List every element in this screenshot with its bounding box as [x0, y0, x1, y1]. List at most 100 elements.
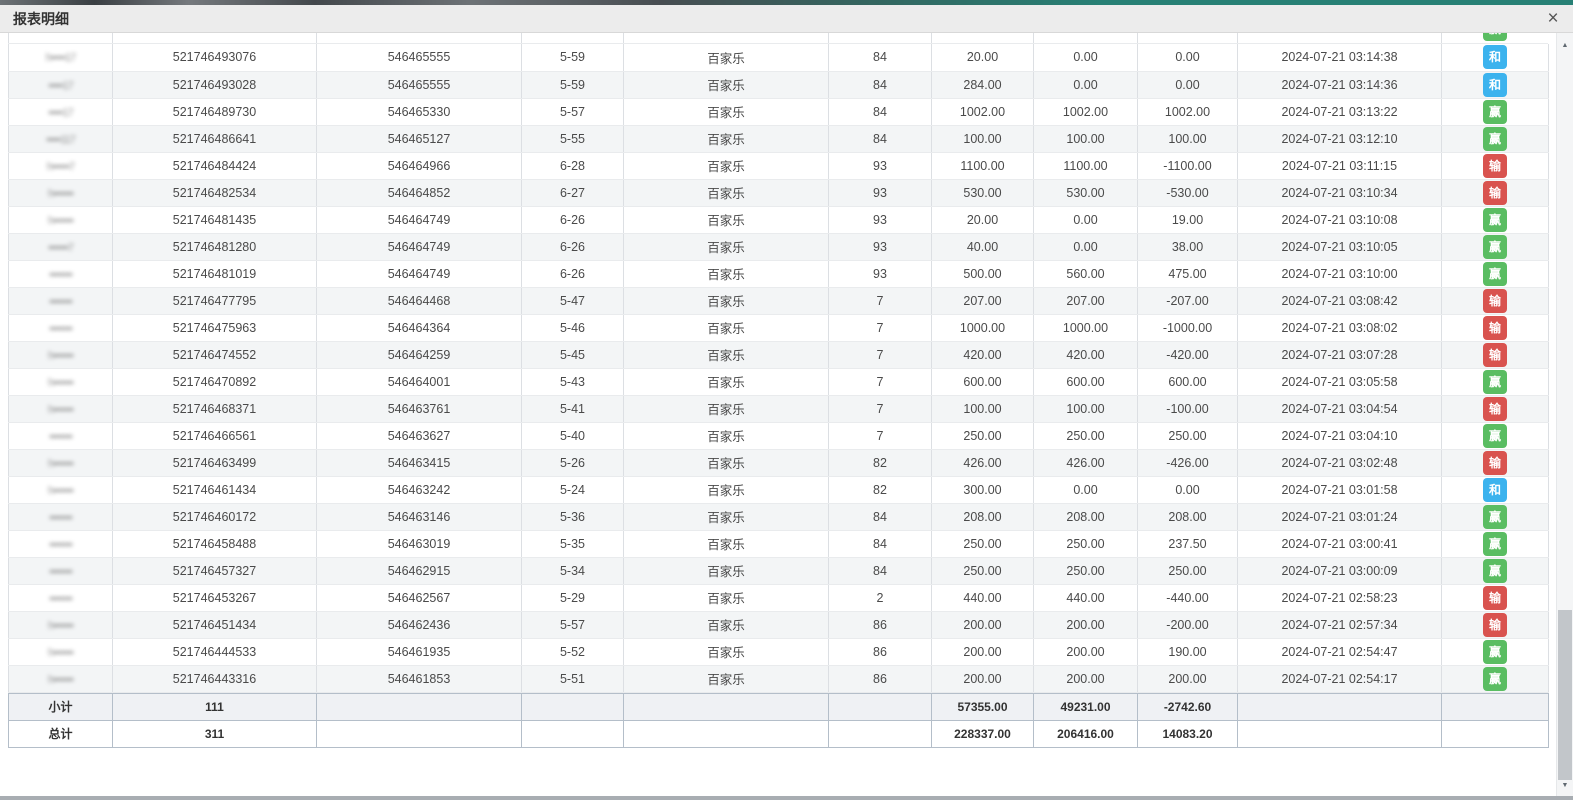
scrollbar-thumb[interactable]: [1558, 610, 1572, 780]
modal-body: 赢 h•••••17 521746493076 546465555 5-59 百…: [8, 33, 1548, 748]
total-bet: 228337.00: [932, 720, 1034, 747]
cell-round: 5-57: [522, 98, 624, 125]
cell-table-no: 84: [829, 557, 932, 584]
cell-valid-bet: 1002.00: [1034, 98, 1138, 125]
cell-game-type: 百家乐: [624, 530, 829, 557]
masked-username: h•••••••: [48, 647, 73, 659]
cell-time: 2024-07-21 03:00:41: [1238, 530, 1442, 557]
cell-win-loss: 100.00: [1138, 125, 1238, 152]
cell-result: 赢: [1442, 260, 1549, 287]
cell-result: 输: [1442, 287, 1549, 314]
cell-username: h•••••••: [9, 368, 113, 395]
cell-game-type: 百家乐: [624, 503, 829, 530]
cell-table-no: 86: [829, 665, 932, 692]
table-row: h••••••• 521746463499 546463415 5-26 百家乐…: [9, 449, 1549, 476]
cell-username: ••••••••: [9, 584, 113, 611]
masked-username: h•••••17: [46, 52, 76, 64]
scroll-up-icon[interactable]: ▲: [1557, 38, 1573, 52]
cell-game-id: 546464259: [317, 341, 522, 368]
result-badge: 输: [1483, 586, 1507, 610]
cell-time: 2024-07-21 02:57:34: [1238, 611, 1442, 638]
cell-username: h•••••••: [9, 476, 113, 503]
result-badge: 输: [1483, 154, 1507, 178]
cell-bet-amount: 600.00: [932, 368, 1034, 395]
masked-username: ••••••••: [49, 566, 72, 578]
result-badge: 输: [1483, 316, 1507, 340]
result-badge: 赢: [1483, 127, 1507, 151]
cell-win-loss: -207.00: [1138, 287, 1238, 314]
cell-valid-bet: 200.00: [1034, 665, 1138, 692]
cell-table-no: 7: [829, 287, 932, 314]
vertical-scrollbar[interactable]: ▲ ▼: [1556, 33, 1573, 800]
cell-table-no: 84: [829, 530, 932, 557]
cell-game-id: 546465127: [317, 125, 522, 152]
cell-game-id: 546464749: [317, 233, 522, 260]
modal-title: 报表明细: [13, 9, 69, 29]
cell-round: 5-26: [522, 449, 624, 476]
cell-valid-bet: 0.00: [1034, 476, 1138, 503]
cell-win-loss: 600.00: [1138, 368, 1238, 395]
scroll-down-icon[interactable]: ▼: [1557, 778, 1573, 792]
cell-game-type: 百家乐: [624, 71, 829, 98]
cell-time: 2024-07-21 03:04:54: [1238, 395, 1442, 422]
cell-order-id: 521746475963: [113, 314, 317, 341]
table-row: h••••••• 521746444533 546461935 5-52 百家乐…: [9, 638, 1549, 665]
cell-game-id: 546463761: [317, 395, 522, 422]
total-valid: 206416.00: [1034, 720, 1138, 747]
cell-round: 5-55: [522, 125, 624, 152]
cell-username: •••••17: [9, 71, 113, 98]
cell-valid-bet: 0.00: [1034, 71, 1138, 98]
cell-round: 5-36: [522, 503, 624, 530]
cell-order-id: 521746474552: [113, 341, 317, 368]
total-net: 14083.20: [1138, 720, 1238, 747]
cell-game-id: 546463019: [317, 530, 522, 557]
cell-bet-amount: 250.00: [932, 530, 1034, 557]
cell-result: 输: [1442, 449, 1549, 476]
result-badge: 赢: [1483, 532, 1507, 556]
cell-win-loss: 19.00: [1138, 206, 1238, 233]
cell-result: 和: [1442, 44, 1549, 71]
cell-time: 2024-07-21 03:01:58: [1238, 476, 1442, 503]
cell-round: 6-27: [522, 179, 624, 206]
cell-time: 2024-07-21 03:13:22: [1238, 98, 1442, 125]
table-row: •••••••• 521746458488 546463019 5-35 百家乐…: [9, 530, 1549, 557]
cell-bet-amount: 250.00: [932, 557, 1034, 584]
cell-bet-amount: 200.00: [932, 638, 1034, 665]
total-count: 311: [113, 720, 317, 747]
close-icon[interactable]: ×: [1540, 5, 1566, 32]
cell-valid-bet: 1000.00: [1034, 314, 1138, 341]
cell-bet-amount: 40.00: [932, 233, 1034, 260]
masked-username: h•••••••: [48, 485, 73, 497]
cell-game-id: 546462436: [317, 611, 522, 638]
cell-game-id: 546465555: [317, 71, 522, 98]
cell-game-type: 百家乐: [624, 584, 829, 611]
result-badge: 赢: [1483, 505, 1507, 529]
masked-username: h•••••••: [48, 215, 73, 227]
masked-username: ••••••••: [49, 296, 72, 308]
cell-username: ••••••••: [9, 287, 113, 314]
cell-game-type: 百家乐: [624, 152, 829, 179]
cell-win-loss: 0.00: [1138, 44, 1238, 71]
cell-game-id: 546463627: [317, 422, 522, 449]
table-row: •••••••• 521746457327 546462915 5-34 百家乐…: [9, 557, 1549, 584]
cell-username: h•••••17: [9, 44, 113, 71]
result-badge: 赢: [1483, 424, 1507, 448]
cell-username: h•••••••: [9, 179, 113, 206]
cell-bet-amount: 426.00: [932, 449, 1034, 476]
table-row: •••••••• 521746460172 546463146 5-36 百家乐…: [9, 503, 1549, 530]
cell-round: 5-52: [522, 638, 624, 665]
cell-table-no: 86: [829, 638, 932, 665]
cell-win-loss: -530.00: [1138, 179, 1238, 206]
cell-round: 5-41: [522, 395, 624, 422]
table-row: •••••17 521746493028 546465555 5-59 百家乐 …: [9, 71, 1549, 98]
cell-table-no: 84: [829, 71, 932, 98]
cell-round: 5-29: [522, 584, 624, 611]
cell-win-loss: 190.00: [1138, 638, 1238, 665]
cell-username: ••••••••: [9, 260, 113, 287]
cell-order-id: 521746458488: [113, 530, 317, 557]
cell-table-no: 93: [829, 179, 932, 206]
result-badge: 赢: [1483, 208, 1507, 232]
table-row: h•••••17 521746493076 546465555 5-59 百家乐…: [9, 44, 1549, 71]
cell-bet-amount: 1100.00: [932, 152, 1034, 179]
cell-order-id: 521746482534: [113, 179, 317, 206]
